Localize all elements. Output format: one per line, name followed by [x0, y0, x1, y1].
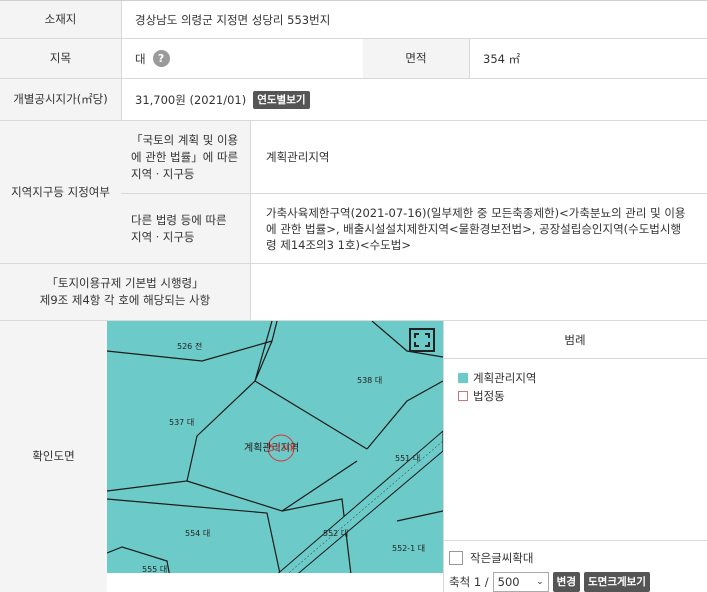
legend-swatch-planning-zone	[458, 373, 468, 383]
other-law-value: 가축사육제한구역(2021-07-16)(일부제한 중 모든축종제한)<가축분뇨…	[250, 194, 707, 263]
subject-parcel-label: 553대	[269, 443, 294, 454]
scale-label: 축척 1 /	[449, 575, 489, 589]
national-law-label: 「국토의 계획 및 이용 에 관한 법률」에 따른 지역ㆍ지구등	[121, 121, 250, 193]
parcel-label-554: 554 대	[185, 529, 210, 538]
parcel-label-552: 552 대	[323, 529, 348, 538]
legend-swatch-legal-dong	[458, 391, 468, 401]
zoning-label: 지역지구등 지정여부	[0, 121, 121, 263]
location-row: 소재지 경상남도 의령군 지정면 성당리 553번지	[0, 1, 707, 39]
scale-controls: 축척 1 / 500 ⌄ 변경 도면크게보기	[449, 572, 650, 592]
enlarge-text-checkbox[interactable]	[449, 551, 463, 565]
parcel-label-551: 551 대	[395, 454, 420, 463]
help-icon[interactable]: ?	[152, 50, 170, 67]
legend-label-planning-zone: 계획관리지역	[473, 371, 537, 385]
other-law-label-line-1: 다른 법령 등에 따른	[131, 212, 227, 227]
parcel-label-552-1: 552-1 대	[392, 544, 425, 553]
price-row: 개별공시지가(㎡당) 31,700원 (2021/01) 연도별보기	[0, 79, 707, 121]
other-law-label-line-2: 지역ㆍ지구등	[131, 229, 195, 244]
land-row: 지목 대 ? 면적 354 ㎡	[0, 39, 707, 79]
map-label: 확인도면	[0, 321, 107, 592]
area-label: 면적	[363, 39, 469, 78]
regulation-value	[250, 264, 707, 320]
price-label: 개별공시지가(㎡당)	[0, 79, 121, 120]
scale-select-value: 500	[497, 575, 520, 589]
map-bottom-margin	[107, 573, 443, 583]
parcel-label-538: 538 대	[357, 376, 382, 385]
zoning-row: 지역지구등 지정여부 「국토의 계획 및 이용 에 관한 법률」에 따른 지역ㆍ…	[0, 121, 707, 264]
land-use-plan-confirmation-table: 소재지 경상남도 의령군 지정면 성당리 553번지 지목 대 ? 면적 354…	[0, 0, 707, 592]
regulation-label-line-1: 「토지이용규제 기본법 시행령」	[46, 276, 204, 290]
legend-title: 범례	[443, 321, 707, 359]
chevron-down-icon: ⌄	[536, 577, 544, 587]
legend-label-legal-dong: 법정동	[473, 389, 505, 403]
land-category-cell: 대 ?	[121, 39, 363, 78]
land-category-label: 지목	[0, 39, 121, 78]
parcel-label-526: 526 전	[177, 341, 202, 351]
cadastral-map-drawing[interactable]: 526 전 538 대 537 대 551 대 554 대 552 대 552-…	[107, 321, 443, 583]
price-value: 31,700원 (2021/01)	[135, 92, 247, 107]
parcel-label-555: 555 대	[142, 565, 167, 574]
enlarge-text-label: 작은글씨확대	[470, 551, 534, 565]
legend-item-legal-dong: 법정동	[458, 388, 505, 404]
regulation-label: 「토지이용규제 기본법 시행령」 제9조 제4항 각 호에 해당되는 사항	[0, 264, 250, 320]
change-scale-button[interactable]: 변경	[552, 572, 580, 592]
fullscreen-icon[interactable]	[409, 328, 435, 352]
other-law-value-line-2: 에 관한 법률>, 배출시설설치제한지역<물환경보전법>, 공장설립승인지역(수…	[266, 221, 682, 236]
regulation-row: 「토지이용규제 기본법 시행령」 제9조 제4항 각 호에 해당되는 사항	[0, 264, 707, 321]
national-law-label-line-3: 지역ㆍ지구등	[131, 166, 195, 181]
price-cell: 31,700원 (2021/01) 연도별보기	[121, 79, 707, 120]
legend-item-planning-zone: 계획관리지역	[458, 370, 536, 386]
map-row: 확인도면 526 전 538 대 537 대 551 대 554 대 552 대…	[0, 321, 707, 592]
other-law-value-line-1: 가축사육제한구역(2021-07-16)(일부제한 중 모든축종제한)<가축분뇨…	[266, 205, 686, 220]
large-map-button[interactable]: 도면크게보기	[584, 572, 650, 592]
other-law-label: 다른 법령 등에 따른 지역ㆍ지구등	[121, 194, 250, 263]
national-law-label-line-2: 에 관한 법률」에 따른	[131, 149, 239, 164]
area-value: 354 ㎡	[483, 51, 521, 66]
cadastral-map[interactable]: 526 전 538 대 537 대 551 대 554 대 552 대 552-…	[107, 321, 443, 583]
view-by-year-button[interactable]: 연도별보기	[253, 90, 310, 109]
national-law-label-line-1: 「국토의 계획 및 이용	[131, 132, 239, 147]
location-value: 경상남도 의령군 지정면 성당리 553번지	[135, 12, 331, 27]
scale-select[interactable]: 500 ⌄	[492, 572, 549, 592]
national-law-value: 계획관리지역	[266, 150, 330, 164]
regulation-label-line-2: 제9조 제4항 각 호에 해당되는 사항	[39, 293, 211, 307]
other-law-value-line-3: 령 제14조의3 1호)<수도법>	[266, 237, 411, 252]
land-category-value: 대	[135, 51, 146, 66]
parcel-label-537: 537 대	[169, 418, 194, 427]
location-label: 소재지	[0, 1, 121, 38]
enlarge-text-option[interactable]: 작은글씨확대	[449, 550, 533, 566]
